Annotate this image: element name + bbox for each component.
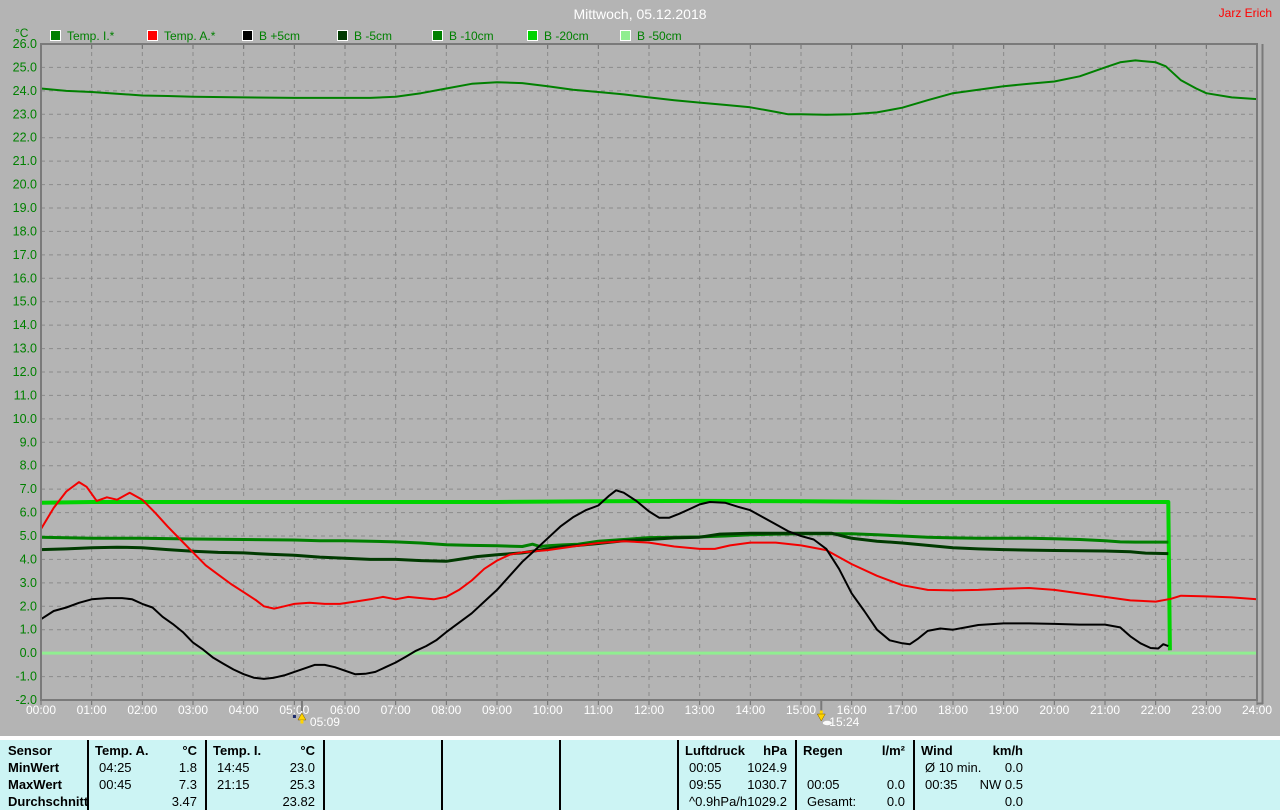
y-axis-labels: 26.0 25.0 24.0 23.0 22.0 21.0 20.0 19.0 18.0 17.0… bbox=[13, 37, 37, 707]
table-cell-value: 23.0 bbox=[289, 760, 315, 775]
table-row-label-maxwert: MaxWert bbox=[8, 777, 62, 792]
y-tick-label: 0.0 bbox=[20, 646, 37, 660]
y-tick-label: 7.0 bbox=[20, 482, 37, 496]
x-tick-label: 07:00 bbox=[381, 703, 411, 717]
y-tick-label: 18.0 bbox=[13, 224, 37, 238]
table-cell-value: 0.0 bbox=[886, 794, 905, 809]
y-tick-label: 25.0 bbox=[13, 60, 37, 74]
x-tick-label: 18:00 bbox=[938, 703, 968, 717]
x-tick-label: 04:00 bbox=[229, 703, 259, 717]
x-tick-label: 23:00 bbox=[1191, 703, 1221, 717]
table-cell-value: 7.3 bbox=[178, 777, 197, 792]
y-tick-label: 13.0 bbox=[13, 342, 37, 356]
y-tick-label: 15.0 bbox=[13, 295, 37, 309]
y-tick-label: 26.0 bbox=[13, 37, 37, 51]
x-tick-label: 05:00 bbox=[279, 703, 309, 717]
x-tick-label: 01:00 bbox=[77, 703, 107, 717]
table-column-separator bbox=[323, 740, 325, 810]
x-tick-label: 15:00 bbox=[786, 703, 816, 717]
table-cell-value: 0.0 bbox=[1004, 794, 1023, 809]
table-row-label-minwert: MinWert bbox=[8, 760, 60, 775]
y-tick-label: 9.0 bbox=[20, 435, 37, 449]
table-row-label-durchschnitt: Durchschnitt bbox=[8, 794, 89, 809]
table-cell-value: 1.8 bbox=[178, 760, 197, 775]
y-tick-label: 16.0 bbox=[13, 271, 37, 285]
sunrise-icon bbox=[292, 715, 296, 718]
y-tick-label: 10.0 bbox=[13, 412, 37, 426]
table-column-separator bbox=[441, 740, 443, 810]
y-tick-label: 19.0 bbox=[13, 201, 37, 215]
table-cell-value: 1029.2 bbox=[747, 794, 787, 809]
table-unit-regen: l/m² bbox=[881, 743, 905, 758]
table-cell-value: NW 0.5 bbox=[979, 777, 1023, 792]
table-cell-value: 0.0 bbox=[886, 777, 905, 792]
y-tick-label: 22.0 bbox=[13, 131, 37, 145]
table-cell-value: 1024.9 bbox=[747, 760, 787, 775]
x-tick-label: 17:00 bbox=[887, 703, 917, 717]
sunset-icon bbox=[816, 713, 826, 722]
x-tick-label: 11:00 bbox=[584, 703, 613, 717]
y-tick-label: -1.0 bbox=[15, 670, 37, 684]
x-axis-labels: 00:00 01:00 02:00 03:00 04:00 05:00 06:00 07:00… bbox=[26, 703, 1272, 717]
x-tick-label: 08:00 bbox=[431, 703, 461, 717]
chart-plot: 26.0 25.0 24.0 23.0 22.0 21.0 20.0 19.0 18.0 17.0… bbox=[13, 37, 1273, 729]
y-tick-label: 2.0 bbox=[20, 599, 37, 613]
y-tick-label: 8.0 bbox=[20, 459, 37, 473]
y-tick-label: 14.0 bbox=[13, 318, 37, 332]
table-cell-value: 0.0 bbox=[1004, 760, 1023, 775]
table-cell-value: 23.82 bbox=[282, 794, 315, 809]
table-unit-temp-i: °C bbox=[300, 743, 315, 758]
x-tick-label: 10:00 bbox=[533, 703, 563, 717]
table-row-label-sensor: Sensor bbox=[8, 743, 53, 758]
series-b-5cm-line bbox=[40, 489, 1169, 680]
weather-app-screen: Mittwoch, 05.12.2018 Jarz Erich °C Temp.… bbox=[0, 0, 1280, 810]
x-tick-label: 00:00 bbox=[26, 703, 56, 717]
x-tick-label: 12:00 bbox=[634, 703, 664, 717]
series-b-20cm-line bbox=[40, 498, 1172, 651]
y-tick-label: 11.0 bbox=[14, 388, 37, 402]
table-unit-wind: km/h bbox=[992, 743, 1023, 758]
y-tick-label: 4.0 bbox=[20, 552, 37, 566]
x-tick-label: 20:00 bbox=[1039, 703, 1069, 717]
sunset-time: 15:24 bbox=[829, 715, 859, 729]
x-tick-label: 13:00 bbox=[685, 703, 715, 717]
x-tick-label: 21:00 bbox=[1090, 703, 1120, 717]
table-unit-luftdruck: hPa bbox=[763, 743, 787, 758]
x-tick-label: 02:00 bbox=[127, 703, 157, 717]
y-tick-label: 6.0 bbox=[20, 506, 37, 520]
sunrise-time: 05:09 bbox=[310, 715, 340, 729]
chart-series bbox=[40, 59, 1258, 680]
x-tick-label: 24:00 bbox=[1242, 703, 1272, 717]
table-column-separator bbox=[559, 740, 561, 810]
x-tick-label: 14:00 bbox=[735, 703, 765, 717]
grid-lines bbox=[41, 44, 1257, 700]
y-tick-label: 1.0 bbox=[20, 623, 37, 637]
x-tick-label: 09:00 bbox=[482, 703, 512, 717]
table-cell-value: 3.47 bbox=[171, 794, 197, 809]
table-cell-value: 1030.7 bbox=[747, 777, 787, 792]
table-cell-value: 25.3 bbox=[289, 777, 315, 792]
y-tick-label: 17.0 bbox=[13, 248, 37, 262]
table-unit-temp-a: °C bbox=[182, 743, 197, 758]
x-tick-label: 03:00 bbox=[178, 703, 208, 717]
y-tick-label: 20.0 bbox=[13, 178, 37, 192]
y-tick-label: 3.0 bbox=[20, 576, 37, 590]
stats-table: Sensor MinWert MaxWert Durchschnitt Temp. A.… bbox=[0, 740, 1280, 810]
x-tick-label: 19:00 bbox=[989, 703, 1019, 717]
y-tick-label: 5.0 bbox=[20, 529, 37, 543]
y-tick-label: 23.0 bbox=[13, 107, 37, 121]
y-tick-label: 21.0 bbox=[13, 154, 37, 168]
y-tick-label: 24.0 bbox=[13, 84, 37, 98]
y-tick-label: 12.0 bbox=[13, 365, 37, 379]
x-tick-label: 22:00 bbox=[1141, 703, 1171, 717]
plot-border bbox=[40, 43, 1264, 705]
